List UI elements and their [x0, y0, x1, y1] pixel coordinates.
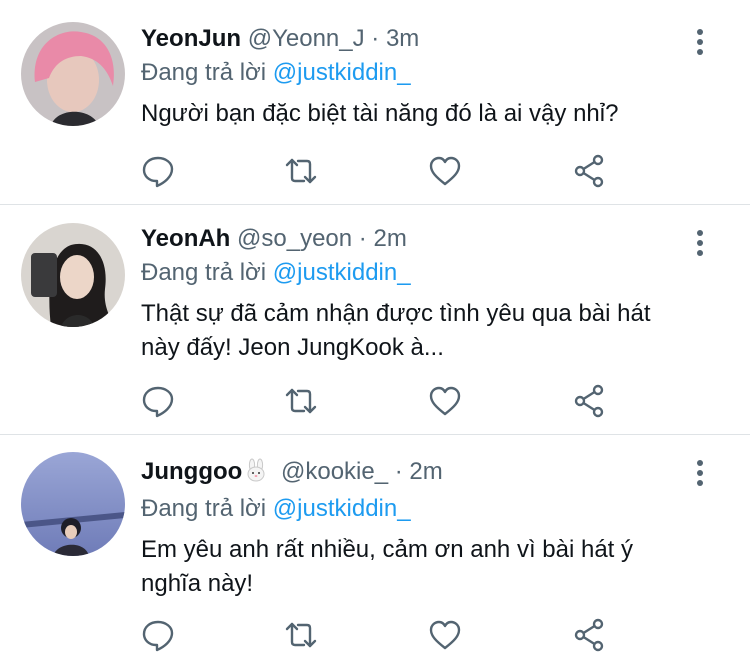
rabbit-face-icon [244, 458, 268, 490]
tweet[interactable]: YeonJun @Yeonn_J · 3m Đang trả lời @just… [0, 0, 750, 205]
replying-to: Đang trả lời @justkiddin_ [141, 258, 690, 288]
tweet-content: YeonJun @Yeonn_J · 3m Đang trả lời @just… [141, 24, 690, 131]
tweet-header: YeonJun @Yeonn_J · 3m [141, 24, 690, 54]
like-icon[interactable] [428, 618, 462, 652]
more-options-icon[interactable] [692, 28, 708, 56]
retweet-icon[interactable] [284, 384, 318, 418]
avatar[interactable] [21, 223, 125, 327]
separator-dot: · [371, 25, 380, 52]
timestamp[interactable]: 3m [386, 25, 419, 52]
tweet-content: Junggoo @kookie_ · 2m Đang trả lời @just… [141, 457, 690, 601]
tweet-actions [141, 154, 611, 188]
replying-to: Đang trả lời @justkiddin_ [141, 58, 690, 88]
more-options-icon[interactable] [692, 229, 708, 257]
retweet-icon[interactable] [284, 618, 318, 652]
tweet-text: Em yêu anh rất nhiều, cảm ơn anh vì bài … [141, 536, 634, 597]
tweet-actions [141, 384, 611, 418]
tweet-text: Thật sự đã cảm nhận được tình yêu qua bà… [141, 300, 651, 361]
replying-to-label: Đang trả lời [141, 495, 267, 522]
user-name[interactable]: Junggoo [141, 458, 242, 485]
user-handle[interactable]: @kookie_ [281, 458, 388, 485]
retweet-icon[interactable] [284, 154, 318, 188]
user-handle[interactable]: @so_yeon [237, 225, 352, 252]
separator-dot: · [358, 225, 367, 252]
reply-icon[interactable] [141, 384, 175, 418]
tweet-actions [141, 618, 611, 652]
separator-dot: · [394, 458, 403, 485]
share-icon[interactable] [572, 384, 606, 418]
replying-to: Đang trả lời @justkiddin_ [141, 494, 690, 524]
replying-to-label: Đang trả lời [141, 259, 267, 286]
mention-link[interactable]: @justkiddin_ [273, 59, 411, 86]
avatar[interactable] [21, 452, 125, 556]
avatar[interactable] [21, 22, 125, 126]
tweet-content: YeonAh @so_yeon · 2m Đang trả lời @justk… [141, 224, 690, 365]
like-icon[interactable] [428, 384, 462, 418]
tweet-header: Junggoo @kookie_ · 2m [141, 457, 690, 490]
share-icon[interactable] [572, 154, 606, 188]
replying-to-label: Đang trả lời [141, 59, 267, 86]
like-icon[interactable] [428, 154, 462, 188]
tweet-header: YeonAh @so_yeon · 2m [141, 224, 690, 254]
user-name[interactable]: YeonAh [141, 225, 230, 252]
mention-link[interactable]: @justkiddin_ [273, 495, 411, 522]
mention-link[interactable]: @justkiddin_ [273, 259, 411, 286]
share-icon[interactable] [572, 618, 606, 652]
timestamp[interactable]: 2m [409, 458, 442, 485]
user-handle[interactable]: @Yeonn_J [248, 25, 365, 52]
user-name[interactable]: YeonJun [141, 25, 241, 52]
reply-icon[interactable] [141, 618, 175, 652]
more-options-icon[interactable] [692, 459, 708, 487]
reply-icon[interactable] [141, 154, 175, 188]
tweet[interactable]: YeonAh @so_yeon · 2m Đang trả lời @justk… [0, 205, 750, 435]
tweet-text: Người bạn đặc biệt tài năng đó là ai vậy… [141, 100, 619, 127]
timestamp[interactable]: 2m [373, 225, 406, 252]
tweet[interactable]: Junggoo @kookie_ · 2m Đang trả lời @just… [0, 435, 750, 662]
